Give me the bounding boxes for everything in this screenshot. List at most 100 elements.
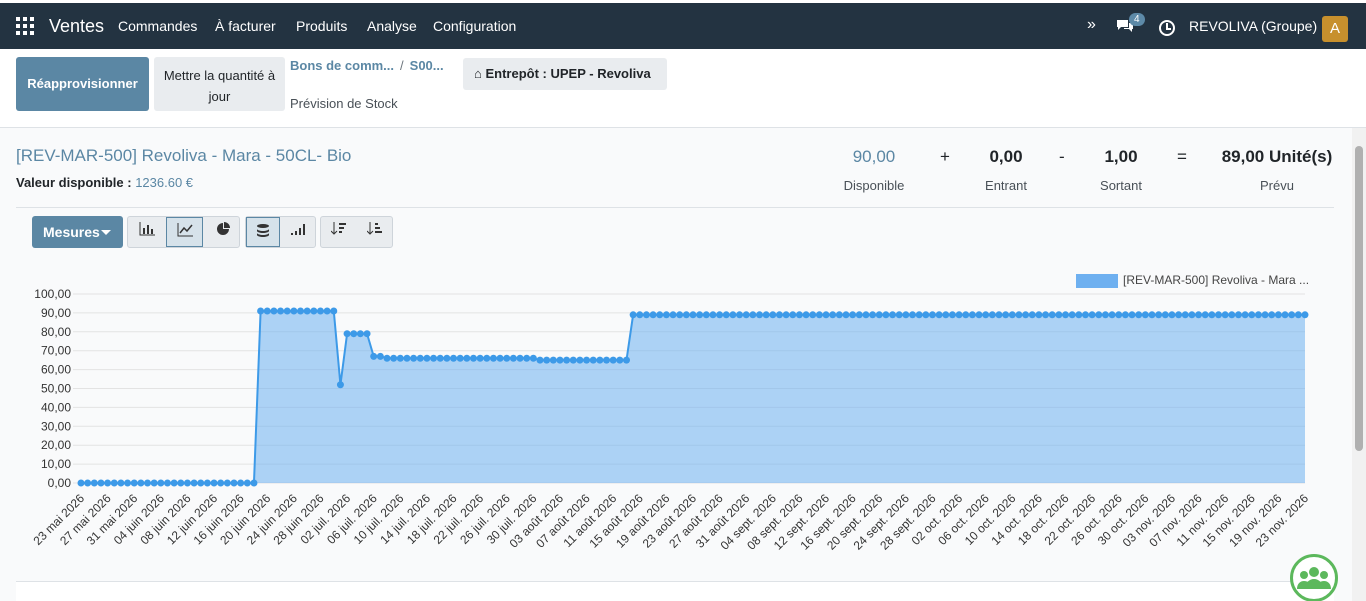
app-menu-icon[interactable] xyxy=(16,17,34,35)
data-point xyxy=(1281,311,1289,319)
data-point xyxy=(1288,311,1296,319)
data-point xyxy=(1294,311,1302,319)
menu-commandes[interactable]: Commandes xyxy=(118,18,197,34)
kpi-outgoing-label: Sortant xyxy=(1100,178,1142,193)
pie-chart-icon[interactable] xyxy=(204,217,241,247)
data-point xyxy=(277,307,285,315)
activity-clock-icon[interactable] xyxy=(1159,20,1175,36)
more-menus-icon[interactable]: » xyxy=(1087,16,1096,34)
data-point xyxy=(709,311,717,319)
divider xyxy=(16,207,1334,208)
data-point xyxy=(962,311,970,319)
data-point xyxy=(1148,311,1156,319)
scrollbar-thumb[interactable] xyxy=(1355,146,1363,451)
data-point xyxy=(982,311,990,319)
data-point xyxy=(363,330,371,338)
data-point xyxy=(456,354,464,362)
data-point xyxy=(1254,311,1262,319)
data-point xyxy=(1175,311,1183,319)
data-point xyxy=(210,479,218,487)
data-point xyxy=(469,354,477,362)
data-point xyxy=(802,311,810,319)
line-chart-icon[interactable] xyxy=(166,217,203,247)
stacked-icon[interactable] xyxy=(246,217,280,247)
data-point xyxy=(829,311,837,319)
data-point xyxy=(1062,311,1070,319)
replenish-button[interactable]: Réapprovisionner xyxy=(16,57,149,111)
kpi-available-value[interactable]: 90,00 xyxy=(834,147,914,167)
y-tick-label: 60,00 xyxy=(41,363,71,377)
app-name[interactable]: Ventes xyxy=(49,16,104,37)
data-point xyxy=(97,479,105,487)
data-point xyxy=(782,311,790,319)
kpi-available-label: Disponible xyxy=(843,178,905,193)
data-point xyxy=(835,311,843,319)
data-point xyxy=(543,356,551,364)
menu-configuration[interactable]: Configuration xyxy=(433,18,516,34)
data-point xyxy=(822,311,830,319)
company-switcher[interactable]: REVOLIVA (Groupe) xyxy=(1189,18,1317,34)
data-point xyxy=(343,330,351,338)
menu-a-facturer[interactable]: À facturer xyxy=(215,18,276,34)
data-point xyxy=(576,356,584,364)
data-point xyxy=(1108,311,1116,319)
data-point xyxy=(689,311,697,319)
data-point xyxy=(583,356,591,364)
data-point xyxy=(170,479,178,487)
data-point xyxy=(310,307,318,315)
breadcrumb-orders[interactable]: Bons de comm... xyxy=(290,58,394,73)
warehouse-filter-button[interactable]: ⌂ Entrepôt : UPEP - Revoliva xyxy=(463,58,667,90)
data-point xyxy=(1188,311,1196,319)
data-point xyxy=(157,479,165,487)
data-point xyxy=(396,354,404,362)
data-point xyxy=(549,356,557,364)
data-point xyxy=(875,311,883,319)
data-point xyxy=(323,307,331,315)
data-point xyxy=(270,307,278,315)
product-name-link[interactable]: [REV-MAR-500] Revoliva - Mara - 50CL- Bi… xyxy=(16,146,351,166)
data-point xyxy=(656,311,664,319)
chart-type-group xyxy=(127,216,240,248)
data-point xyxy=(403,354,411,362)
data-point xyxy=(476,354,484,362)
data-point xyxy=(882,311,890,319)
data-point xyxy=(596,356,604,364)
user-avatar[interactable]: A xyxy=(1322,16,1348,42)
data-point xyxy=(1068,311,1076,319)
data-point xyxy=(237,479,245,487)
cumulative-icon[interactable] xyxy=(281,217,315,247)
bar-chart-icon[interactable] xyxy=(128,217,165,247)
data-point xyxy=(775,311,783,319)
home-icon: ⌂ xyxy=(474,66,482,81)
update-quantity-button[interactable]: Mettre la quantité à jour xyxy=(154,57,285,111)
menu-produits[interactable]: Produits xyxy=(296,18,347,34)
data-point xyxy=(1274,311,1282,319)
y-tick-label: 100,00 xyxy=(34,287,71,301)
data-point xyxy=(1115,311,1123,319)
data-point xyxy=(948,311,956,319)
data-point xyxy=(935,311,943,319)
y-tick-label: 80,00 xyxy=(41,325,71,339)
data-point xyxy=(975,311,983,319)
sort-desc-icon[interactable] xyxy=(321,217,356,247)
data-point xyxy=(649,311,657,319)
vertical-scrollbar[interactable] xyxy=(1352,128,1366,601)
breadcrumb-order[interactable]: S00... xyxy=(410,58,444,73)
sort-asc-icon[interactable] xyxy=(357,217,392,247)
y-tick-label: 20,00 xyxy=(41,438,71,452)
measures-dropdown[interactable]: Mesures xyxy=(32,216,123,248)
data-point xyxy=(350,330,358,338)
data-point xyxy=(430,354,438,362)
livechat-button[interactable] xyxy=(1290,554,1338,601)
data-point xyxy=(1002,311,1010,319)
chart-mode-group xyxy=(245,216,316,248)
kpi-incoming: 0,00 Entrant xyxy=(970,147,1042,193)
control-panel: Réapprovisionner Mettre la quantité à jo… xyxy=(0,49,1366,128)
data-point xyxy=(390,354,398,362)
data-point xyxy=(1141,311,1149,319)
data-point xyxy=(756,311,764,319)
menu-analyse[interactable]: Analyse xyxy=(367,18,417,34)
data-point xyxy=(616,356,624,364)
data-point xyxy=(696,311,704,319)
data-point xyxy=(124,479,132,487)
